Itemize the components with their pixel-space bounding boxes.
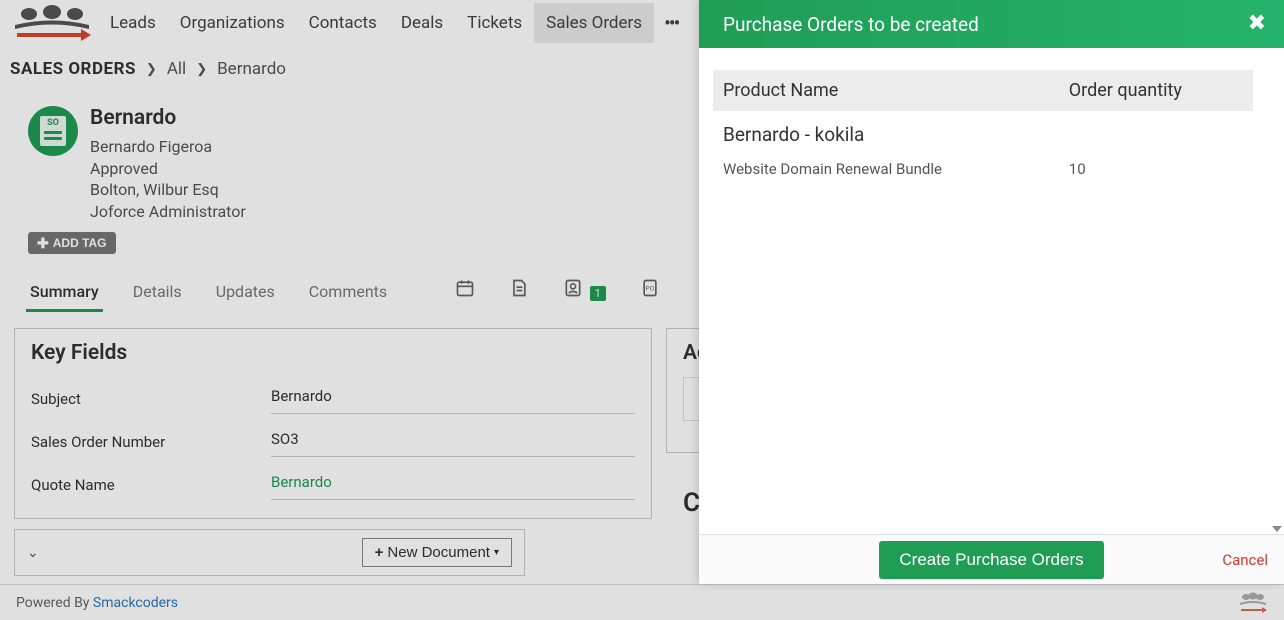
- panel-header: Purchase Orders to be created ✖: [699, 0, 1284, 48]
- po-table: Product Name Order quantity Bernardo - k…: [713, 70, 1253, 186]
- cancel-link[interactable]: Cancel: [1222, 551, 1268, 569]
- group-title: Bernardo - kokila: [713, 111, 1253, 152]
- create-purchase-orders-button[interactable]: Create Purchase Orders: [879, 541, 1103, 579]
- col-order-qty: Order quantity: [1059, 70, 1254, 111]
- cell-qty: 10: [1059, 152, 1254, 186]
- table-group-row: Bernardo - kokila: [713, 111, 1253, 152]
- panel-body: Product Name Order quantity Bernardo - k…: [699, 48, 1284, 534]
- scroll-down-icon[interactable]: [1272, 526, 1282, 532]
- close-icon[interactable]: ✖: [1248, 13, 1266, 35]
- table-row: Website Domain Renewal Bundle 10: [713, 152, 1253, 186]
- cell-product: Website Domain Renewal Bundle: [713, 152, 1059, 186]
- col-product-name: Product Name: [713, 70, 1059, 111]
- purchase-orders-panel: Purchase Orders to be created ✖ Product …: [699, 0, 1284, 584]
- panel-title: Purchase Orders to be created: [723, 13, 979, 36]
- panel-footer: Create Purchase Orders Cancel: [699, 534, 1284, 584]
